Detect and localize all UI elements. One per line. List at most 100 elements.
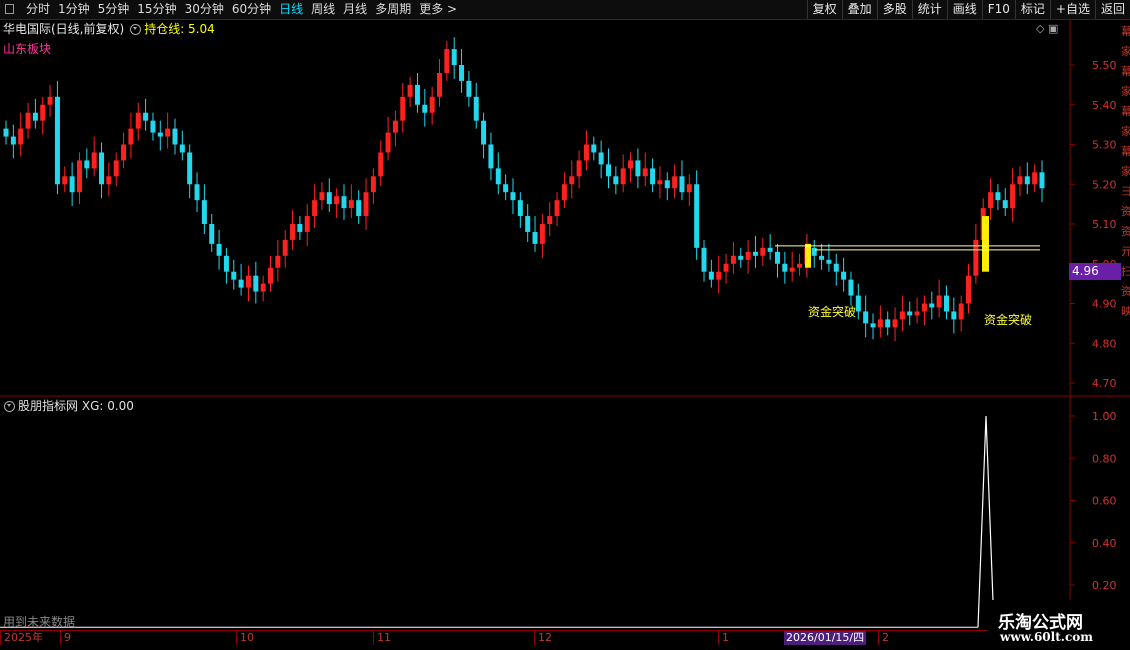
candle-body [260, 283, 266, 292]
date-tick-year: 2025年 [0, 631, 43, 645]
candle-body [848, 279, 854, 296]
candle-body [304, 216, 310, 232]
date-axis: 2025年 9 10 11 12 1 2 2026/01/15/四 [0, 630, 1070, 645]
tab-5min[interactable]: 5分钟 [94, 0, 134, 19]
candle-body [650, 168, 656, 185]
candle-body [547, 216, 553, 224]
candle-body [782, 263, 788, 272]
candle-body [113, 160, 119, 177]
candle-body [392, 120, 398, 133]
candle-body [503, 184, 509, 193]
indicator-dropdown-icon[interactable] [4, 401, 15, 412]
statistics-button[interactable]: 统计 [911, 0, 947, 19]
candle-body [657, 180, 663, 185]
add-watchlist-button[interactable]: +自选 [1049, 0, 1095, 19]
candle-body [378, 152, 384, 177]
chart-title-row: 华电国际(日线,前复权) 持仓线: 5.04 [3, 21, 215, 37]
tab-multi-period[interactable]: 多周期 [371, 0, 415, 19]
indicator-tick-label: 0.60 [1092, 495, 1117, 508]
candle-body [40, 104, 46, 121]
candle-body [591, 144, 597, 153]
multi-stock-button[interactable]: 多股 [876, 0, 912, 19]
candle-body [172, 128, 178, 145]
candle-body [245, 275, 251, 288]
draw-line-button[interactable]: 画线 [946, 0, 982, 19]
candle-body [76, 160, 82, 193]
candle-body [312, 200, 318, 217]
date-tick-feb: 2 [878, 631, 889, 645]
tab-30min[interactable]: 30分钟 [181, 0, 228, 19]
chart-corner-icons[interactable]: ◇ ▣ [1036, 22, 1058, 35]
candle-body [745, 251, 751, 260]
candle-body [767, 247, 773, 252]
candle-body [429, 96, 435, 113]
candle-body [708, 271, 714, 280]
candle-body [973, 239, 979, 276]
mark-button[interactable]: 标记 [1014, 0, 1050, 19]
overlay-button[interactable]: 叠加 [841, 0, 877, 19]
indicator-name[interactable]: 股朋指标网 [18, 399, 78, 413]
indicator-value: XG: 0.00 [81, 399, 134, 413]
candle-body [716, 271, 722, 280]
candle-body [187, 152, 193, 185]
candle-body [62, 176, 68, 185]
candle-body [25, 112, 31, 129]
candle-body [223, 255, 229, 272]
candle-body [951, 311, 957, 320]
tab-daily[interactable]: 日线 [275, 0, 307, 19]
candle-body [826, 259, 832, 264]
candle-body [510, 192, 516, 201]
candle-body [958, 303, 964, 320]
tab-60min[interactable]: 60分钟 [228, 0, 275, 19]
sector-label[interactable]: 山东板块 [3, 40, 51, 57]
tab-15min[interactable]: 15分钟 [133, 0, 180, 19]
candle-body [319, 192, 325, 201]
date-tick-sep: 9 [60, 631, 71, 645]
tab-more[interactable]: 更多 > [415, 0, 461, 19]
tab-fenshi[interactable]: 分时 [22, 0, 54, 19]
candle-body [877, 319, 883, 328]
logo-url-text: www.60lt.com [1000, 630, 1093, 644]
tab-weekly[interactable]: 周线 [307, 0, 339, 19]
candle-body [459, 65, 465, 81]
candle-body [966, 275, 972, 304]
back-button[interactable]: 返回 [1094, 0, 1130, 19]
kline-chart[interactable]: 5.505.405.305.205.105.004.904.804.701.00… [0, 20, 1130, 630]
candle-body [481, 120, 487, 145]
dropdown-circle-icon[interactable] [130, 24, 142, 35]
candle-body [297, 224, 303, 232]
candle-body [694, 184, 700, 248]
candle-body [194, 184, 200, 201]
candle-body [642, 168, 648, 177]
candle-body [179, 144, 185, 153]
candle-body [400, 96, 406, 121]
candle-body [407, 84, 413, 97]
candle-body [91, 152, 97, 169]
candle-body [1032, 172, 1038, 185]
candle-body [613, 176, 619, 185]
f10-button[interactable]: F10 [981, 0, 1015, 19]
candle-body [1010, 184, 1016, 209]
future-data-note: 用到未来数据 [3, 615, 76, 629]
candle-body [525, 216, 531, 232]
fuquan-button[interactable]: 复权 [806, 0, 842, 19]
window-icon[interactable] [5, 4, 14, 14]
candle-body [561, 184, 567, 201]
candle-body [517, 200, 523, 217]
indicator-tick-label: 0.40 [1092, 537, 1117, 550]
candle-body [554, 200, 560, 217]
price-tick-label: 4.90 [1092, 298, 1117, 311]
tab-monthly[interactable]: 月线 [339, 0, 371, 19]
candle-body [576, 160, 582, 177]
tab-1min[interactable]: 1分钟 [54, 0, 94, 19]
candle-body [921, 303, 927, 312]
candle-body [253, 275, 259, 292]
candle-body [936, 295, 942, 308]
signal-label-2: 资金突破 [984, 313, 1033, 327]
candle-body [914, 311, 920, 316]
candle-body [841, 271, 847, 280]
candle-body [1024, 176, 1030, 185]
candle-body [885, 319, 891, 328]
candle-body [855, 295, 861, 312]
price-tick-label: 4.80 [1092, 337, 1117, 350]
